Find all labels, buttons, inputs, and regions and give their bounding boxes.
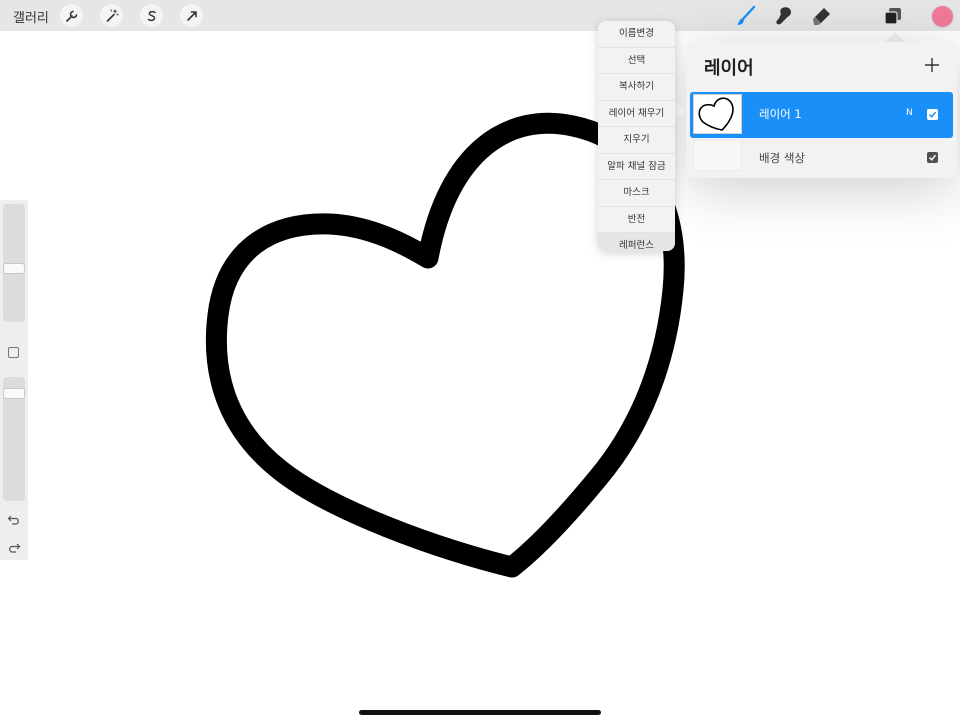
add-layer-icon[interactable] <box>922 55 942 75</box>
transform-arrow-icon <box>186 10 197 21</box>
layer-name: 레이어 1 <box>759 107 802 121</box>
heart-thumbnail-icon <box>698 97 734 131</box>
actions-button[interactable] <box>60 4 83 27</box>
smudge-icon <box>776 7 792 25</box>
magic-wand-icon <box>106 9 118 22</box>
menu-item[interactable]: 알파 채널 잠금 <box>598 154 675 180</box>
redo-button[interactable] <box>7 540 21 554</box>
brush-icon <box>737 5 756 25</box>
adjustments-button[interactable] <box>100 4 123 27</box>
checkmark-icon <box>928 111 937 118</box>
layers-tool-button[interactable] <box>880 3 906 29</box>
background-visibility-checkbox[interactable] <box>927 152 938 163</box>
blend-mode-button[interactable]: N <box>906 108 913 118</box>
selection-s-icon <box>147 10 156 21</box>
layer-row[interactable]: 레이어 1 N <box>690 92 953 138</box>
eraser-tool-button[interactable] <box>809 3 835 29</box>
eraser-icon <box>813 8 830 25</box>
menu-item[interactable]: 레이어 채우기 <box>598 101 675 127</box>
background-color-row[interactable]: 배경 색상 <box>690 139 953 183</box>
layer-thumbnail <box>693 94 742 134</box>
layers-panel-title: 레이어 <box>704 58 754 79</box>
undo-button[interactable] <box>7 512 21 526</box>
gallery-button[interactable]: 갤러리 <box>13 7 49 26</box>
redo-icon <box>9 543 21 553</box>
menu-item[interactable]: 복사하기 <box>598 74 675 101</box>
left-sidebar <box>0 200 28 560</box>
layer-options-menu: 이름변경 선택 복사하기 레이어 채우기 지우기 알파 채널 잠금 마스크 반전 레퍼런스 <box>598 21 675 251</box>
menu-item[interactable]: 반전 <box>598 207 675 233</box>
menu-item[interactable]: 레퍼런스 <box>598 233 675 251</box>
menu-item[interactable]: 이름변경 <box>598 21 675 48</box>
layers-panel: 레이어 레이어 1 N 배경 색상 <box>686 42 957 178</box>
modify-button[interactable] <box>8 347 19 358</box>
selection-button[interactable] <box>140 4 163 27</box>
transform-button[interactable] <box>180 4 203 27</box>
brush-tool-button[interactable] <box>733 3 759 29</box>
context-menu-pointer <box>675 103 685 119</box>
top-toolbar: 갤러리 <box>0 0 960 31</box>
menu-item[interactable]: 지우기 <box>598 127 675 154</box>
layer-name: 배경 색상 <box>759 151 805 165</box>
opacity-slider[interactable] <box>3 377 25 501</box>
layers-icon <box>884 8 901 25</box>
color-picker-button[interactable] <box>931 5 954 28</box>
undo-icon <box>7 515 19 525</box>
checkmark-icon <box>928 154 937 161</box>
brush-size-slider[interactable] <box>3 204 25 322</box>
smudge-tool-button[interactable] <box>771 3 797 29</box>
brush-size-thumb[interactable] <box>3 263 25 274</box>
menu-item[interactable]: 마스크 <box>598 180 675 207</box>
home-indicator[interactable] <box>359 710 601 715</box>
menu-item[interactable]: 선택 <box>598 48 675 74</box>
opacity-thumb[interactable] <box>3 388 25 399</box>
layer-visibility-checkbox[interactable] <box>927 109 938 120</box>
background-color-thumbnail <box>693 140 742 171</box>
wrench-icon <box>65 10 77 22</box>
layers-panel-arrow <box>885 32 905 42</box>
